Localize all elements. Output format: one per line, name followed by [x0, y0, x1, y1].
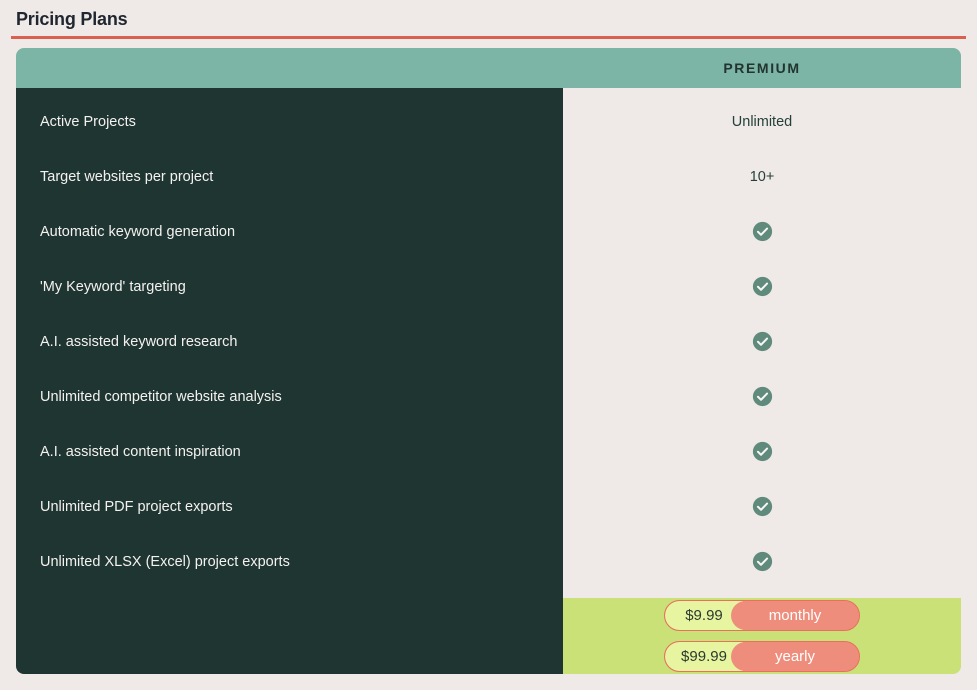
page-title: Pricing Plans: [16, 9, 128, 29]
title-divider: [11, 36, 966, 39]
price-option-yearly[interactable]: $99.99 yearly: [664, 641, 860, 672]
feature-label: A.I. assisted keyword research: [40, 333, 238, 350]
table-row: Target websites per project: [16, 149, 563, 204]
value-cell: 10+: [563, 149, 961, 204]
value-cell: [563, 424, 961, 479]
value-text: 10+: [749, 168, 775, 185]
value-cell: [563, 369, 961, 424]
check-icon: [752, 221, 773, 242]
check-icon: [752, 496, 773, 517]
feature-label: Unlimited PDF project exports: [40, 498, 233, 515]
pricing-table: PREMIUM Active Projects Target websites p…: [16, 48, 961, 674]
feature-label: A.I. assisted content inspiration: [40, 443, 241, 460]
check-icon: [752, 331, 773, 352]
price-footer: $9.99 monthly $99.99 yearly: [563, 598, 961, 674]
table-row: A.I. assisted keyword research: [16, 314, 563, 369]
plan-header-row: PREMIUM: [16, 48, 961, 88]
table-row: Automatic keyword generation: [16, 204, 563, 259]
check-icon: [752, 551, 773, 572]
value-cell: [563, 259, 961, 314]
value-cell: [563, 479, 961, 534]
value-cell: [563, 314, 961, 369]
feature-label: Unlimited competitor website analysis: [40, 388, 282, 405]
price-period: monthly: [731, 601, 859, 630]
check-icon: [752, 386, 773, 407]
value-cell: [563, 534, 961, 589]
plan-header-spacer: [16, 48, 563, 88]
table-row: Unlimited PDF project exports: [16, 479, 563, 534]
page-header: Pricing Plans: [0, 0, 977, 38]
value-cell: Unlimited: [563, 94, 961, 149]
check-icon: [752, 276, 773, 297]
table-row: 'My Keyword' targeting: [16, 259, 563, 314]
value-column-premium: Unlimited 10+ $9.99 monthly $99.99 yearly: [563, 88, 961, 674]
table-row: Unlimited XLSX (Excel) project exports: [16, 534, 563, 589]
plan-body: Active Projects Target websites per proje…: [16, 88, 961, 674]
feature-label: Unlimited XLSX (Excel) project exports: [40, 553, 290, 570]
table-row: A.I. assisted content inspiration: [16, 424, 563, 479]
check-icon: [752, 441, 773, 462]
feature-list-column: Active Projects Target websites per proje…: [16, 88, 563, 674]
plan-column-header-premium: PREMIUM: [563, 48, 961, 88]
feature-label: Automatic keyword generation: [40, 223, 236, 240]
value-text: Unlimited: [731, 113, 793, 130]
feature-label: 'My Keyword' targeting: [40, 278, 186, 295]
plan-header-label: PREMIUM: [723, 60, 801, 76]
price-period: yearly: [731, 642, 859, 671]
price-option-monthly[interactable]: $9.99 monthly: [664, 600, 860, 631]
feature-label: Target websites per project: [40, 168, 214, 185]
feature-label: Active Projects: [40, 113, 136, 130]
table-row: Active Projects: [16, 94, 563, 149]
value-cell: [563, 204, 961, 259]
value-rows: Unlimited 10+: [563, 94, 961, 589]
table-row: Unlimited competitor website analysis: [16, 369, 563, 424]
